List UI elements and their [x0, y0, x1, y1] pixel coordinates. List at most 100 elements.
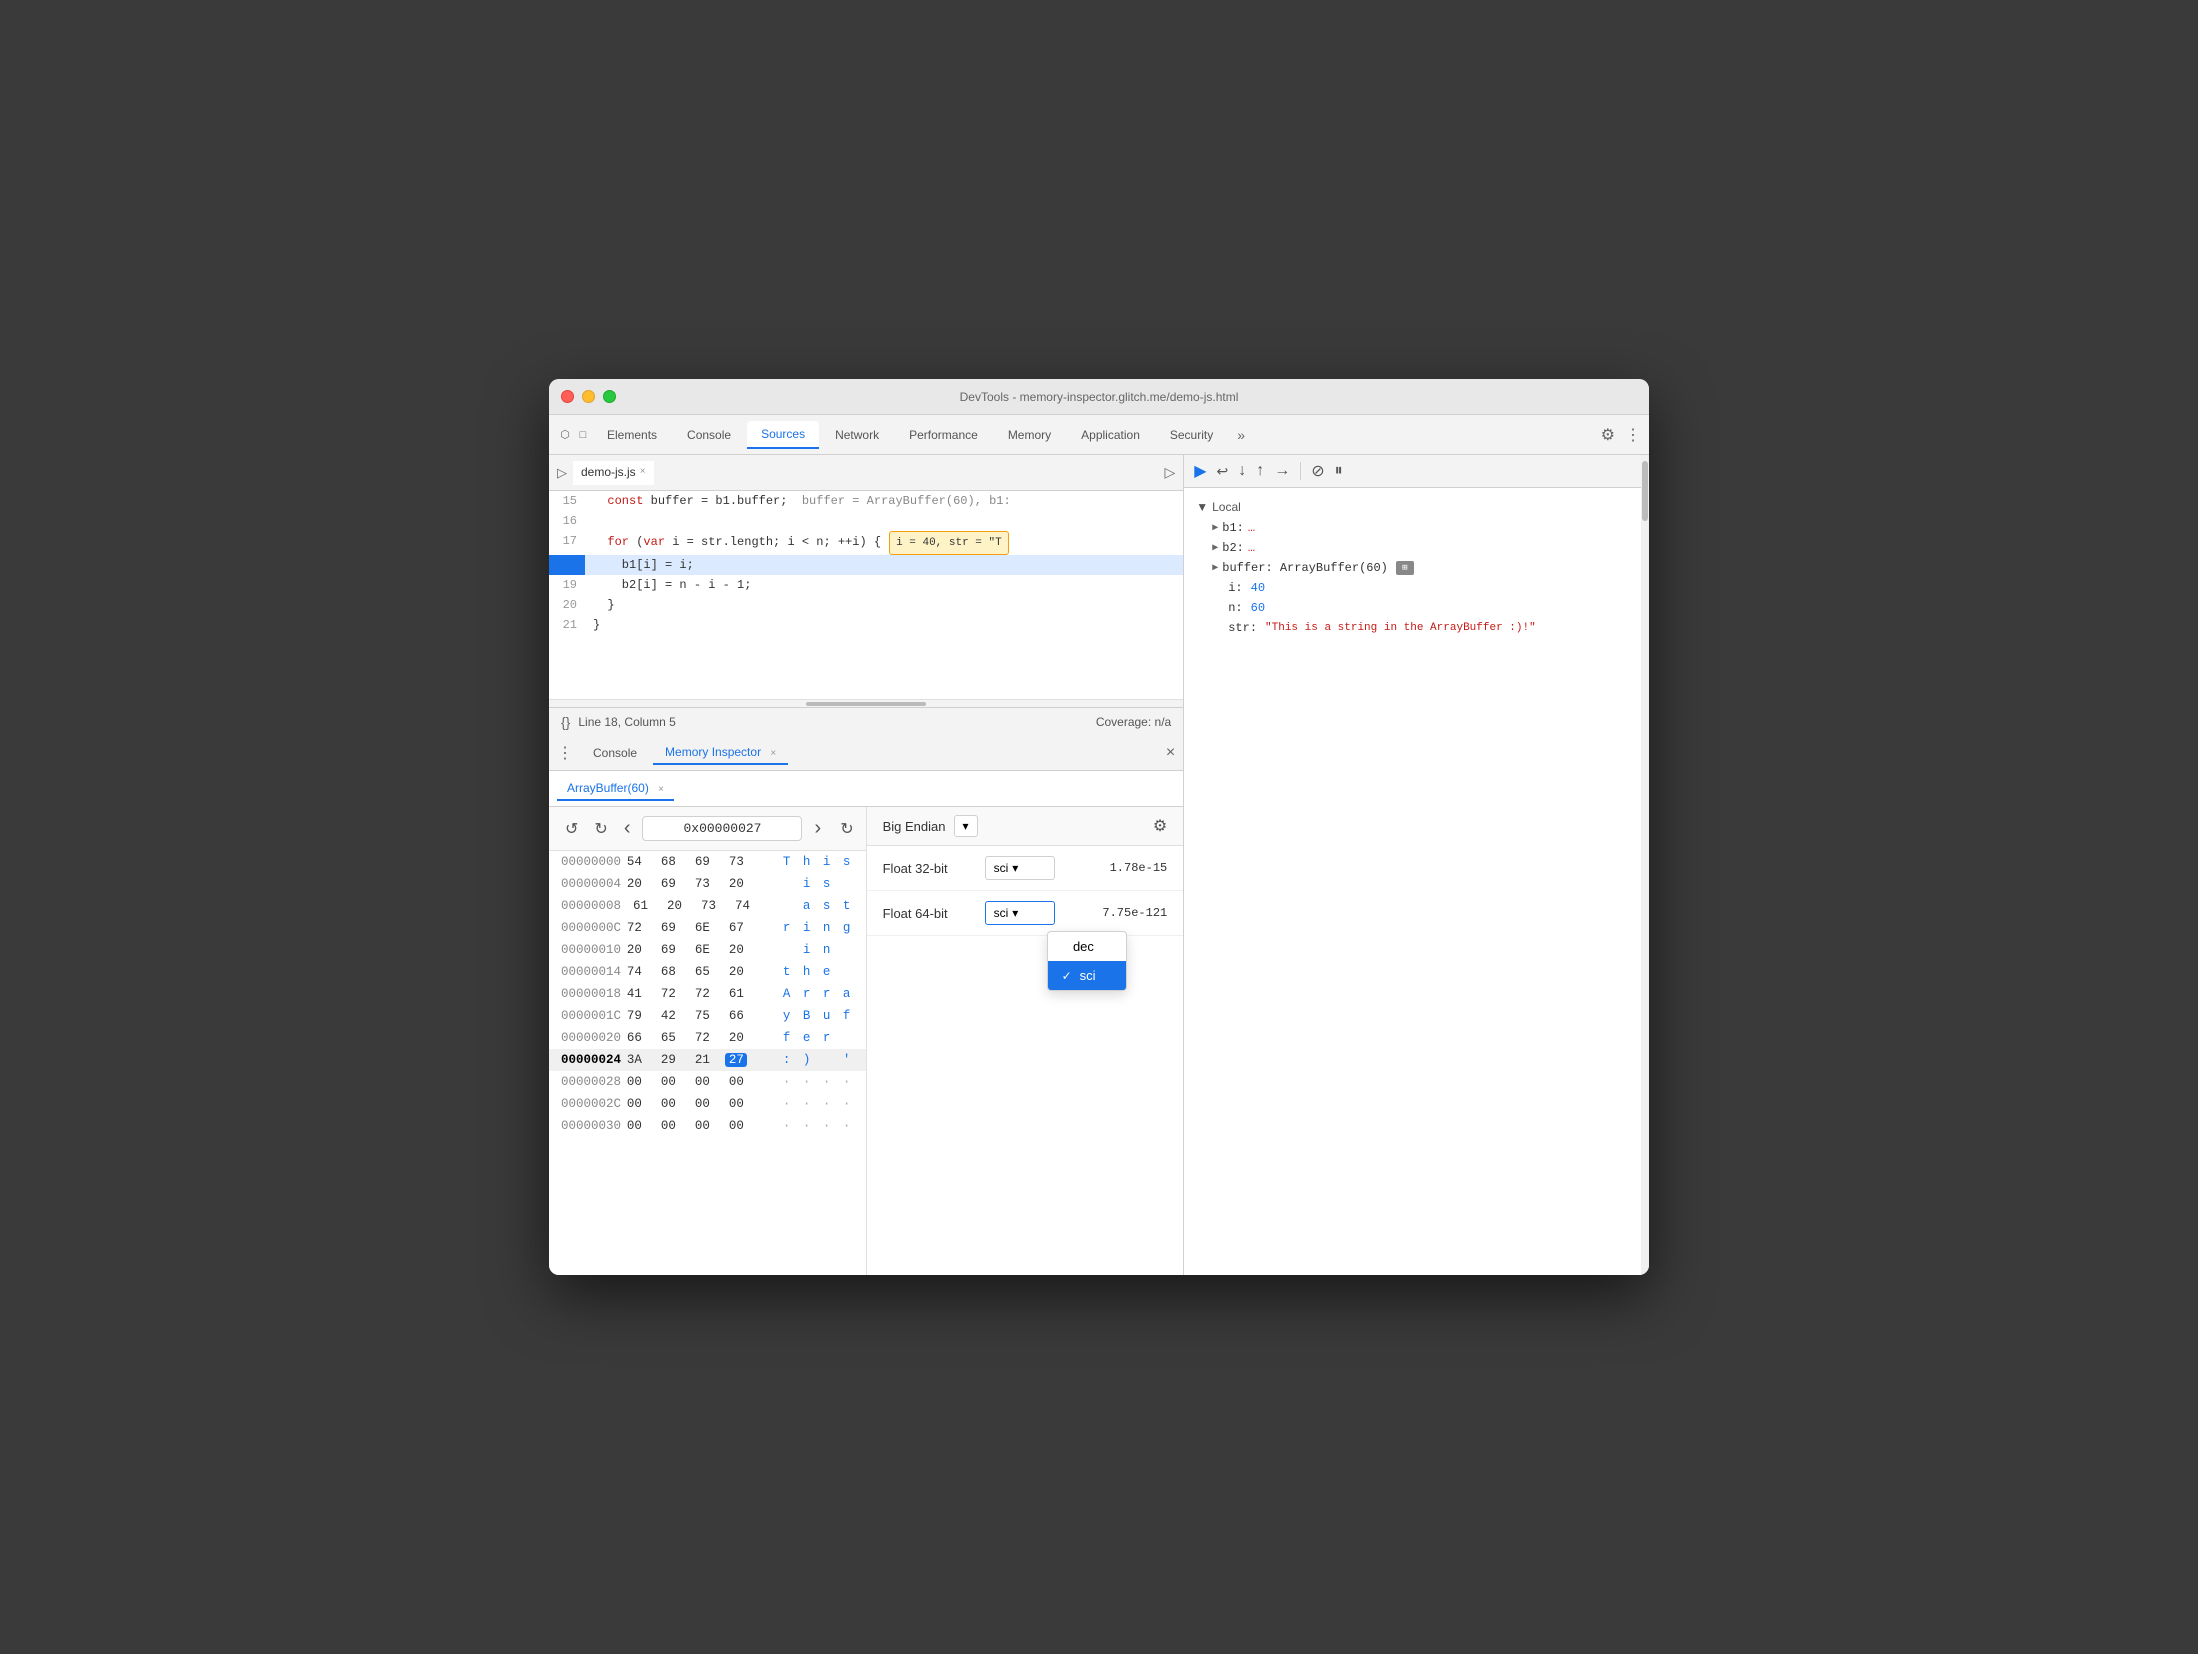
- hex-char: ': [840, 1053, 854, 1067]
- hex-bytes: 41727261: [623, 987, 763, 1001]
- mi-tab-bar: ArrayBuffer(60) ×: [549, 771, 1183, 807]
- hex-char: B: [800, 1009, 814, 1023]
- run-snippet-icon[interactable]: ▷: [1164, 464, 1175, 481]
- hex-char: h: [800, 855, 814, 869]
- hex-row: 0000001474686520the: [549, 961, 866, 983]
- more-icon[interactable]: ⋮: [1625, 425, 1641, 445]
- array-buffer-tab[interactable]: ArrayBuffer(60) ×: [557, 777, 674, 801]
- coverage-status: Coverage: n/a: [1096, 715, 1171, 729]
- hex-byte: 29: [657, 1053, 679, 1067]
- hex-byte: 00: [623, 1119, 645, 1133]
- hex-char: u: [820, 1009, 834, 1023]
- hex-chars: ····: [780, 1075, 854, 1089]
- file-navigator-icon[interactable]: ▷: [557, 465, 567, 481]
- minimize-button[interactable]: [582, 390, 595, 403]
- step-over-btn[interactable]: ↩: [1217, 463, 1229, 480]
- step-btn[interactable]: →: [1274, 462, 1290, 480]
- hex-table[interactable]: 0000000054686973This0000000420697320 is …: [549, 851, 866, 1275]
- step-out-btn[interactable]: ↑: [1256, 462, 1264, 480]
- titlebar: DevTools - memory-inspector.glitch.me/de…: [549, 379, 1649, 415]
- resume-btn[interactable]: ▶: [1194, 461, 1206, 481]
- hex-byte: 20: [664, 899, 686, 913]
- more-bottom-icon[interactable]: ⋮: [557, 743, 573, 763]
- nav-back-btn[interactable]: ↺: [561, 817, 582, 841]
- step-into-btn[interactable]: ↓: [1238, 462, 1246, 480]
- hex-bytes: 00000000: [623, 1097, 763, 1111]
- address-input[interactable]: [642, 816, 802, 841]
- hex-byte: 20: [725, 943, 747, 957]
- hex-bytes: 61207374: [630, 899, 784, 913]
- memory-icon[interactable]: ⊞: [1396, 561, 1414, 575]
- source-close[interactable]: ×: [640, 466, 646, 477]
- array-buffer-tab-close[interactable]: ×: [658, 784, 664, 795]
- hex-char: f: [780, 1031, 794, 1045]
- dropdown-item-dec[interactable]: dec: [1048, 932, 1126, 961]
- hex-address: 0000001C: [561, 1009, 623, 1023]
- hex-byte: 72: [691, 987, 713, 1001]
- tab-console[interactable]: Console: [673, 422, 745, 448]
- hex-row: 0000000C72696E67ring: [549, 917, 866, 939]
- device-icon[interactable]: □: [575, 427, 591, 443]
- hex-char: ·: [820, 1119, 834, 1133]
- nav-next-btn[interactable]: ›: [810, 815, 825, 842]
- maximize-button[interactable]: [603, 390, 616, 403]
- hex-chars: ····: [780, 1119, 854, 1133]
- hex-byte: 67: [725, 921, 747, 935]
- hex-byte: 75: [691, 1009, 713, 1023]
- nav-prev-btn[interactable]: ‹: [620, 815, 635, 842]
- hex-bytes: 74686520: [623, 965, 763, 979]
- devtools-tabbar: ⬡ □ Elements Console Sources Network Per…: [549, 415, 1649, 455]
- hex-char: i: [800, 877, 814, 891]
- code-line-17: 17 for (var i = str.length; i < n; ++i) …: [549, 531, 1183, 555]
- tab-network[interactable]: Network: [821, 422, 893, 448]
- endian-select[interactable]: ▾: [954, 815, 978, 837]
- hex-address: 00000030: [561, 1119, 623, 1133]
- main-scrollbar[interactable]: [1641, 455, 1649, 1275]
- tab-sources[interactable]: Sources: [747, 421, 819, 449]
- deactivate-btn[interactable]: ⊘: [1311, 461, 1324, 481]
- hex-char: ·: [800, 1119, 814, 1133]
- hex-byte: 00: [657, 1119, 679, 1133]
- debug-tooltip: i = 40, str = "T: [889, 531, 1009, 555]
- settings-icon[interactable]: ⚙: [1153, 816, 1167, 836]
- hex-char: f: [840, 1009, 854, 1023]
- pause-btn[interactable]: ⏸: [1335, 462, 1343, 480]
- hex-byte[interactable]: 27: [725, 1053, 747, 1067]
- hex-address: 00000018: [561, 987, 623, 1001]
- window-title: DevTools - memory-inspector.glitch.me/de…: [960, 390, 1239, 404]
- hex-byte: 00: [691, 1097, 713, 1111]
- tab-more[interactable]: »: [1229, 423, 1253, 447]
- hex-bytes: 20697320: [623, 877, 763, 891]
- tab-security[interactable]: Security: [1156, 422, 1227, 448]
- float64-format-select[interactable]: sci ▾: [985, 901, 1055, 925]
- float32-format-select[interactable]: sci ▾: [985, 856, 1055, 880]
- toolbar-divider: [1300, 462, 1301, 480]
- dropdown-item-sci[interactable]: ✓ sci: [1048, 961, 1126, 990]
- source-file-tab[interactable]: demo-js.js ×: [573, 461, 654, 485]
- tab-elements[interactable]: Elements: [593, 422, 671, 448]
- hex-byte: 6E: [691, 943, 713, 957]
- nav-forward-btn[interactable]: ↻: [590, 817, 611, 841]
- hex-chars: in: [780, 943, 854, 957]
- close-button[interactable]: [561, 390, 574, 403]
- scroll-thumb[interactable]: [806, 702, 926, 706]
- tab-performance[interactable]: Performance: [895, 422, 992, 448]
- code-area[interactable]: 15 const buffer = b1.buffer; buffer = Ar…: [549, 491, 1183, 699]
- cursor-icon[interactable]: ⬡: [557, 427, 573, 443]
- scroll-thumb-main[interactable]: [1642, 461, 1648, 521]
- hex-char: i: [800, 921, 814, 935]
- tab-console-bottom[interactable]: Console: [581, 742, 649, 764]
- refresh-btn[interactable]: ↻: [840, 819, 853, 839]
- gear-icon[interactable]: ⚙: [1601, 425, 1615, 445]
- hex-byte: 66: [623, 1031, 645, 1045]
- hex-byte: 54: [623, 855, 645, 869]
- dropdown-menu: dec ✓ sci: [1047, 931, 1127, 991]
- memory-inspector-close[interactable]: ×: [770, 748, 776, 759]
- locals-b1: ▶ b1: …: [1196, 518, 1629, 538]
- tab-memory[interactable]: Memory: [994, 422, 1065, 448]
- tab-memory-inspector[interactable]: Memory Inspector ×: [653, 741, 788, 765]
- hex-char: y: [780, 1009, 794, 1023]
- tab-application[interactable]: Application: [1067, 422, 1154, 448]
- bottom-panel-close[interactable]: ×: [1166, 744, 1175, 762]
- hex-row: 0000000861207374ast: [549, 895, 866, 917]
